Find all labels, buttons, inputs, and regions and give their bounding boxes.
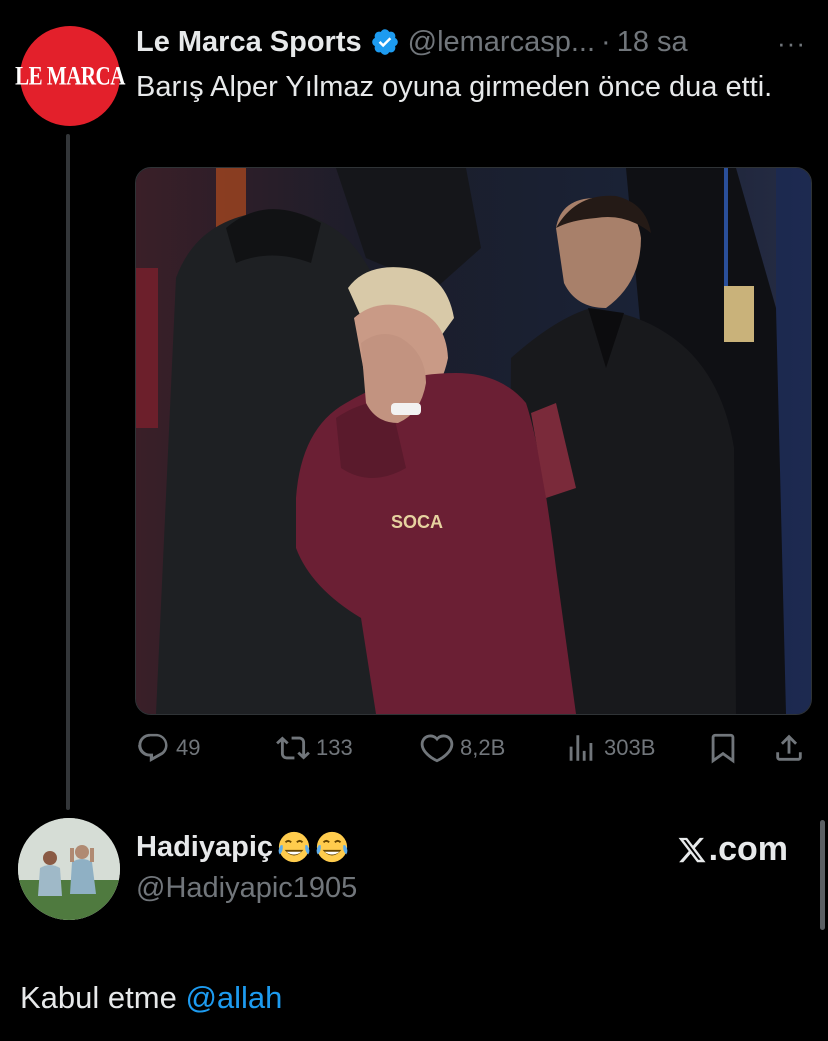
tweet-timestamp[interactable]: 18 sa [617, 26, 688, 59]
heart-icon [420, 734, 454, 763]
tweet-action-bar: 49 133 8,2B 303B [136, 726, 816, 770]
retweet-icon [276, 736, 310, 760]
verified-badge-icon [371, 29, 398, 55]
tweet-header: Le Marca Sports @lemarcasp... · 18 sa [136, 22, 816, 62]
retweet-button[interactable]: 133 [276, 726, 353, 770]
views-chart-icon [569, 735, 593, 761]
x-com-watermark: .com [677, 830, 788, 869]
jersey-sponsor-text: SOCA [391, 512, 443, 532]
avatar-logo-text: LE MARCA [15, 60, 125, 91]
author-handle[interactable]: @lemarcasp... [408, 26, 595, 59]
thread-line [66, 134, 70, 810]
views-button[interactable]: 303B [564, 726, 655, 770]
tears-of-joy-emoji-icon [316, 831, 348, 863]
mention-link[interactable]: @allah [185, 980, 282, 1015]
reply-text: Kabul etme @allah [20, 980, 282, 1016]
reply-button[interactable]: 49 [136, 726, 200, 770]
author-name[interactable]: Le Marca Sports [136, 26, 362, 59]
retweet-count: 133 [316, 735, 353, 760]
share-icon [776, 734, 802, 761]
more-options-icon[interactable]: ··· [777, 28, 806, 59]
tears-of-joy-emoji-icon [278, 831, 310, 863]
watermark-text: .com [708, 830, 788, 868]
avatar-le-marca[interactable]: LE MARCA [15, 26, 125, 126]
scrollbar[interactable] [820, 820, 825, 930]
like-button[interactable]: 8,2B [420, 726, 505, 770]
share-button[interactable] [772, 726, 806, 770]
photo-illustration: SOCA [136, 168, 811, 714]
avatar-hadiyapic[interactable] [18, 818, 120, 920]
tweet-photo[interactable]: SOCA [135, 167, 812, 715]
reply-icon [138, 733, 168, 762]
bookmark-button[interactable] [706, 726, 740, 770]
reply-author-name: Hadiyapiç [136, 830, 273, 863]
separator-dot: · [601, 25, 611, 58]
x-logo-icon [678, 837, 706, 862]
tweet-text: Barış Alper Yılmaz oyuna girmeden önce d… [136, 71, 773, 103]
reply-author-handle[interactable]: @Hadiyapic1905 [136, 872, 357, 905]
reply-text-body: Kabul etme [20, 980, 186, 1015]
reply-author-row[interactable]: Hadiyapiç [136, 830, 349, 864]
views-count: 303B [604, 735, 656, 760]
avatar-photo [18, 818, 120, 920]
reply-count: 49 [176, 735, 201, 760]
like-count: 8,2B [460, 735, 506, 760]
bookmark-icon [711, 733, 735, 764]
